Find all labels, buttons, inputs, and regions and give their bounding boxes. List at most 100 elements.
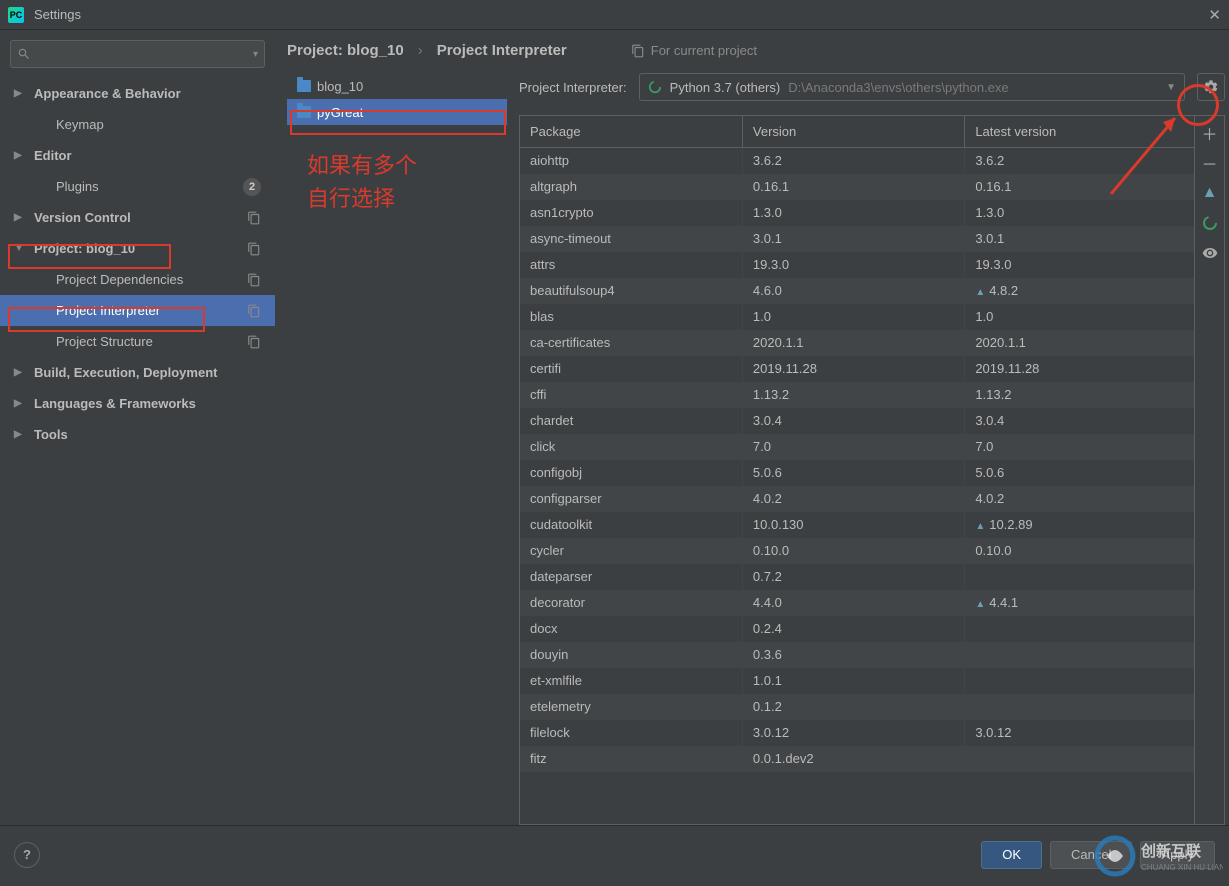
table-row[interactable]: etelemetry0.1.2 [520,694,1194,720]
cell-version: 3.0.12 [742,720,964,746]
close-icon[interactable]: ✕ [1208,6,1221,24]
show-button[interactable] [1199,242,1221,264]
copy-icon [247,273,261,287]
sidebar-item-label: Project Interpreter [56,303,247,318]
sidebar-item[interactable]: Project Structure [0,326,275,357]
package-toolbar: ＋ － ▲ [1194,116,1224,824]
col-package[interactable]: Package [520,116,742,148]
table-row[interactable]: et-xmlfile1.0.1 [520,668,1194,694]
cell-version: 1.0 [742,304,964,330]
add-package-button[interactable]: ＋ [1199,122,1221,144]
cell-version: 4.0.2 [742,486,964,512]
cell-package: cffi [520,382,742,408]
refresh-button[interactable] [1199,212,1221,234]
sidebar-item[interactable]: ▶Build, Execution, Deployment [0,357,275,388]
sidebar-item[interactable]: Project Interpreter [0,295,275,326]
sidebar-item[interactable]: ▶Version Control [0,202,275,233]
help-button[interactable]: ? [14,842,40,868]
search-field[interactable] [37,47,253,62]
python-icon [648,80,662,94]
cell-latest: 3.0.12 [965,720,1194,746]
interpreter-name: Python 3.7 (others) [670,80,781,95]
cell-latest: ▲4.4.1 [965,590,1194,616]
table-row[interactable]: beautifulsoup44.6.0▲4.8.2 [520,278,1194,304]
project-list-item[interactable]: pyGreat [287,99,507,125]
sidebar-item[interactable]: Keymap [0,109,275,140]
table-row[interactable]: async-timeout3.0.13.0.1 [520,226,1194,252]
sidebar-item[interactable]: Project Dependencies [0,264,275,295]
cell-package: configobj [520,460,742,486]
table-row[interactable]: altgraph0.16.10.16.1 [520,174,1194,200]
cell-package: filelock [520,720,742,746]
table-row[interactable]: cffi1.13.21.13.2 [520,382,1194,408]
table-row[interactable]: decorator4.4.0▲4.4.1 [520,590,1194,616]
table-row[interactable]: docx0.2.4 [520,616,1194,642]
cell-version: 2020.1.1 [742,330,964,356]
table-row[interactable]: asn1crypto1.3.01.3.0 [520,200,1194,226]
chevron-right-icon: ▶ [14,212,26,223]
cell-package: beautifulsoup4 [520,278,742,304]
breadcrumb-project: Project: blog_10 [287,42,404,59]
interpreter-settings-button[interactable] [1197,73,1225,101]
search-input[interactable]: ▾ [10,40,265,68]
cell-package: async-timeout [520,226,742,252]
table-row[interactable]: dateparser0.7.2 [520,564,1194,590]
cell-package: attrs [520,252,742,278]
table-row[interactable]: blas1.01.0 [520,304,1194,330]
chevron-right-icon: ▶ [14,367,26,378]
sidebar-item[interactable]: ▶Languages & Frameworks [0,388,275,419]
cell-package: altgraph [520,174,742,200]
table-row[interactable]: cycler0.10.00.10.0 [520,538,1194,564]
table-row[interactable]: cudatoolkit10.0.130▲10.2.89 [520,512,1194,538]
sidebar-item-label: Keymap [56,117,261,132]
cell-version: 7.0 [742,434,964,460]
cell-package: asn1crypto [520,200,742,226]
table-row[interactable]: ca-certificates2020.1.12020.1.1 [520,330,1194,356]
cell-version: 3.6.2 [742,148,964,174]
table-row[interactable]: chardet3.0.43.0.4 [520,408,1194,434]
cell-package: certifi [520,356,742,382]
cell-latest: 5.0.6 [965,460,1194,486]
table-row[interactable]: fitz0.0.1.dev2 [520,746,1194,772]
table-row[interactable]: aiohttp3.6.23.6.2 [520,148,1194,174]
table-row[interactable]: douyin0.3.6 [520,642,1194,668]
cell-latest [965,642,1194,668]
cancel-button[interactable]: Cancel [1050,841,1132,869]
table-row[interactable]: configobj5.0.65.0.6 [520,460,1194,486]
table-row[interactable]: attrs19.3.019.3.0 [520,252,1194,278]
sidebar-item[interactable]: ▶Editor [0,140,275,171]
cell-package: cudatoolkit [520,512,742,538]
cell-version: 10.0.130 [742,512,964,538]
upgrade-package-button[interactable]: ▲ [1199,182,1221,204]
table-row[interactable]: click7.07.0 [520,434,1194,460]
col-version[interactable]: Version [742,116,964,148]
sidebar-item[interactable]: Plugins2 [0,171,275,202]
sidebar-item[interactable]: ▼Project: blog_10 [0,233,275,264]
project-list-item[interactable]: blog_10 [287,73,507,99]
sidebar-item[interactable]: ▶Appearance & Behavior [0,78,275,109]
cell-package: cycler [520,538,742,564]
remove-package-button[interactable]: － [1199,152,1221,174]
table-row[interactable]: certifi2019.11.282019.11.28 [520,356,1194,382]
cell-latest [965,668,1194,694]
col-latest[interactable]: Latest version [965,116,1194,148]
cell-version: 3.0.1 [742,226,964,252]
cell-version: 4.4.0 [742,590,964,616]
cell-latest: 7.0 [965,434,1194,460]
sidebar-item-label: Plugins [56,179,243,194]
sidebar-item[interactable]: ▶Tools [0,419,275,450]
packages-table[interactable]: Package Version Latest version aiohttp3.… [520,116,1194,824]
cell-latest: 0.16.1 [965,174,1194,200]
cell-latest: 1.13.2 [965,382,1194,408]
copy-icon [631,44,645,58]
apply-button[interactable]: Apply [1140,841,1215,869]
interpreter-dropdown[interactable]: Python 3.7 (others) D:\Anaconda3\envs\ot… [639,73,1185,101]
cell-version: 2019.11.28 [742,356,964,382]
copy-icon [247,304,261,318]
cell-latest [965,694,1194,720]
ok-button[interactable]: OK [981,841,1042,869]
table-row[interactable]: configparser4.0.24.0.2 [520,486,1194,512]
table-row[interactable]: filelock3.0.123.0.12 [520,720,1194,746]
chevron-down-icon: ▾ [253,49,258,60]
sidebar-item-label: Project: blog_10 [34,241,247,256]
